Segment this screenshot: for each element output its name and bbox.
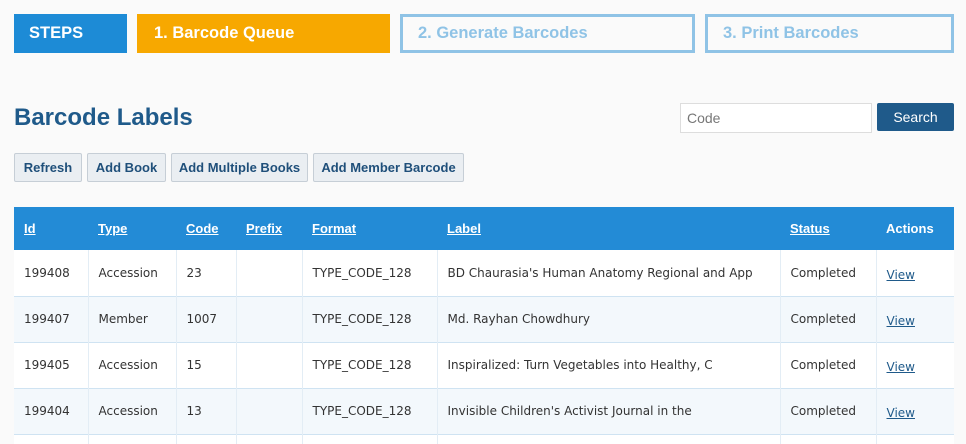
cell-empty (302, 434, 438, 444)
cell-status: Completed (780, 388, 877, 434)
cell-id: 199407 (14, 296, 89, 342)
cell-empty (780, 434, 877, 444)
cell-actions: View (876, 342, 954, 388)
cell-type: Accession (88, 342, 177, 388)
column-header-id[interactable]: Id (14, 207, 88, 250)
cell-empty (88, 434, 177, 444)
column-header-actions: Actions (886, 221, 934, 236)
step-generate-barcodes[interactable]: 2. Generate Barcodes (400, 14, 695, 53)
cell-actions: View (876, 388, 954, 434)
cell-prefix (236, 296, 303, 342)
add-book-button[interactable]: Add Book (87, 153, 166, 182)
step-print-barcodes[interactable]: 3. Print Barcodes (705, 14, 954, 53)
steps-label: STEPS (14, 14, 127, 53)
cell-empty (176, 434, 237, 444)
cell-empty (437, 434, 781, 444)
sort-link-type[interactable]: Type (98, 221, 127, 236)
cell-id: 199405 (14, 342, 89, 388)
cell-code: 23 (176, 250, 237, 296)
add-multiple-books-button[interactable]: Add Multiple Books (171, 153, 308, 182)
cell-label: BD Chaurasia's Human Anatomy Regional an… (437, 250, 781, 296)
refresh-button[interactable]: Refresh (14, 153, 82, 182)
column-header-status[interactable]: Status (780, 207, 876, 250)
cell-code: 15 (176, 342, 237, 388)
column-header-format[interactable]: Format (302, 207, 437, 250)
table-row: 199404 Accession 13 TYPE_CODE_128 Invisi… (14, 388, 954, 434)
cell-label: Md. Rayhan Chowdhury (437, 296, 781, 342)
cell-actions: View (876, 296, 954, 342)
table-row: 199405 Accession 15 TYPE_CODE_128 Inspir… (14, 342, 954, 388)
search-input[interactable] (680, 103, 872, 133)
cell-format: TYPE_CODE_128 (302, 388, 438, 434)
cell-format: TYPE_CODE_128 (302, 250, 438, 296)
view-link[interactable]: View (887, 314, 915, 328)
cell-status: Completed (780, 250, 877, 296)
cell-empty (14, 434, 89, 444)
cell-label: Invisible Children's Activist Journal in… (437, 388, 781, 434)
cell-prefix (236, 342, 303, 388)
add-member-barcode-button[interactable]: Add Member Barcode (313, 153, 464, 182)
search-button[interactable]: Search (877, 103, 954, 131)
cell-actions: View (876, 250, 954, 296)
table-row: 199408 Accession 23 TYPE_CODE_128 BD Cha… (14, 250, 954, 296)
sort-link-format[interactable]: Format (312, 221, 356, 236)
cell-status: Completed (780, 342, 877, 388)
cell-empty (876, 434, 954, 444)
cell-prefix (236, 388, 303, 434)
sort-link-prefix[interactable]: Prefix (246, 221, 282, 236)
sort-link-code[interactable]: Code (186, 221, 219, 236)
cell-type: Member (88, 296, 177, 342)
column-header-label[interactable]: Label (437, 207, 780, 250)
cell-code: 1007 (176, 296, 237, 342)
sort-link-label[interactable]: Label (447, 221, 481, 236)
page-title: Barcode Labels (14, 104, 193, 131)
cell-empty (236, 434, 303, 444)
cell-id: 199408 (14, 250, 89, 296)
view-link[interactable]: View (887, 360, 915, 374)
cell-id: 199404 (14, 388, 89, 434)
barcode-labels-table: Id Type Code Prefix Format Label Status … (14, 207, 954, 444)
cell-status: Completed (780, 296, 877, 342)
table-header-row: Id Type Code Prefix Format Label Status … (14, 207, 954, 250)
cell-format: TYPE_CODE_128 (302, 296, 438, 342)
sort-link-id[interactable]: Id (24, 221, 36, 236)
step-barcode-queue[interactable]: 1. Barcode Queue (137, 14, 390, 53)
sort-link-status[interactable]: Status (790, 221, 830, 236)
table-row: 199407 Member 1007 TYPE_CODE_128 Md. Ray… (14, 296, 954, 342)
cell-code: 13 (176, 388, 237, 434)
column-header-prefix[interactable]: Prefix (236, 207, 302, 250)
view-link[interactable]: View (887, 406, 915, 420)
column-header-code[interactable]: Code (176, 207, 236, 250)
column-header-type[interactable]: Type (88, 207, 176, 250)
view-link[interactable]: View (887, 268, 915, 282)
cell-type: Accession (88, 388, 177, 434)
cell-prefix (236, 250, 303, 296)
table-row-partial (14, 434, 954, 444)
cell-label: Inspiralized: Turn Vegetables into Healt… (437, 342, 781, 388)
cell-type: Accession (88, 250, 177, 296)
cell-format: TYPE_CODE_128 (302, 342, 438, 388)
